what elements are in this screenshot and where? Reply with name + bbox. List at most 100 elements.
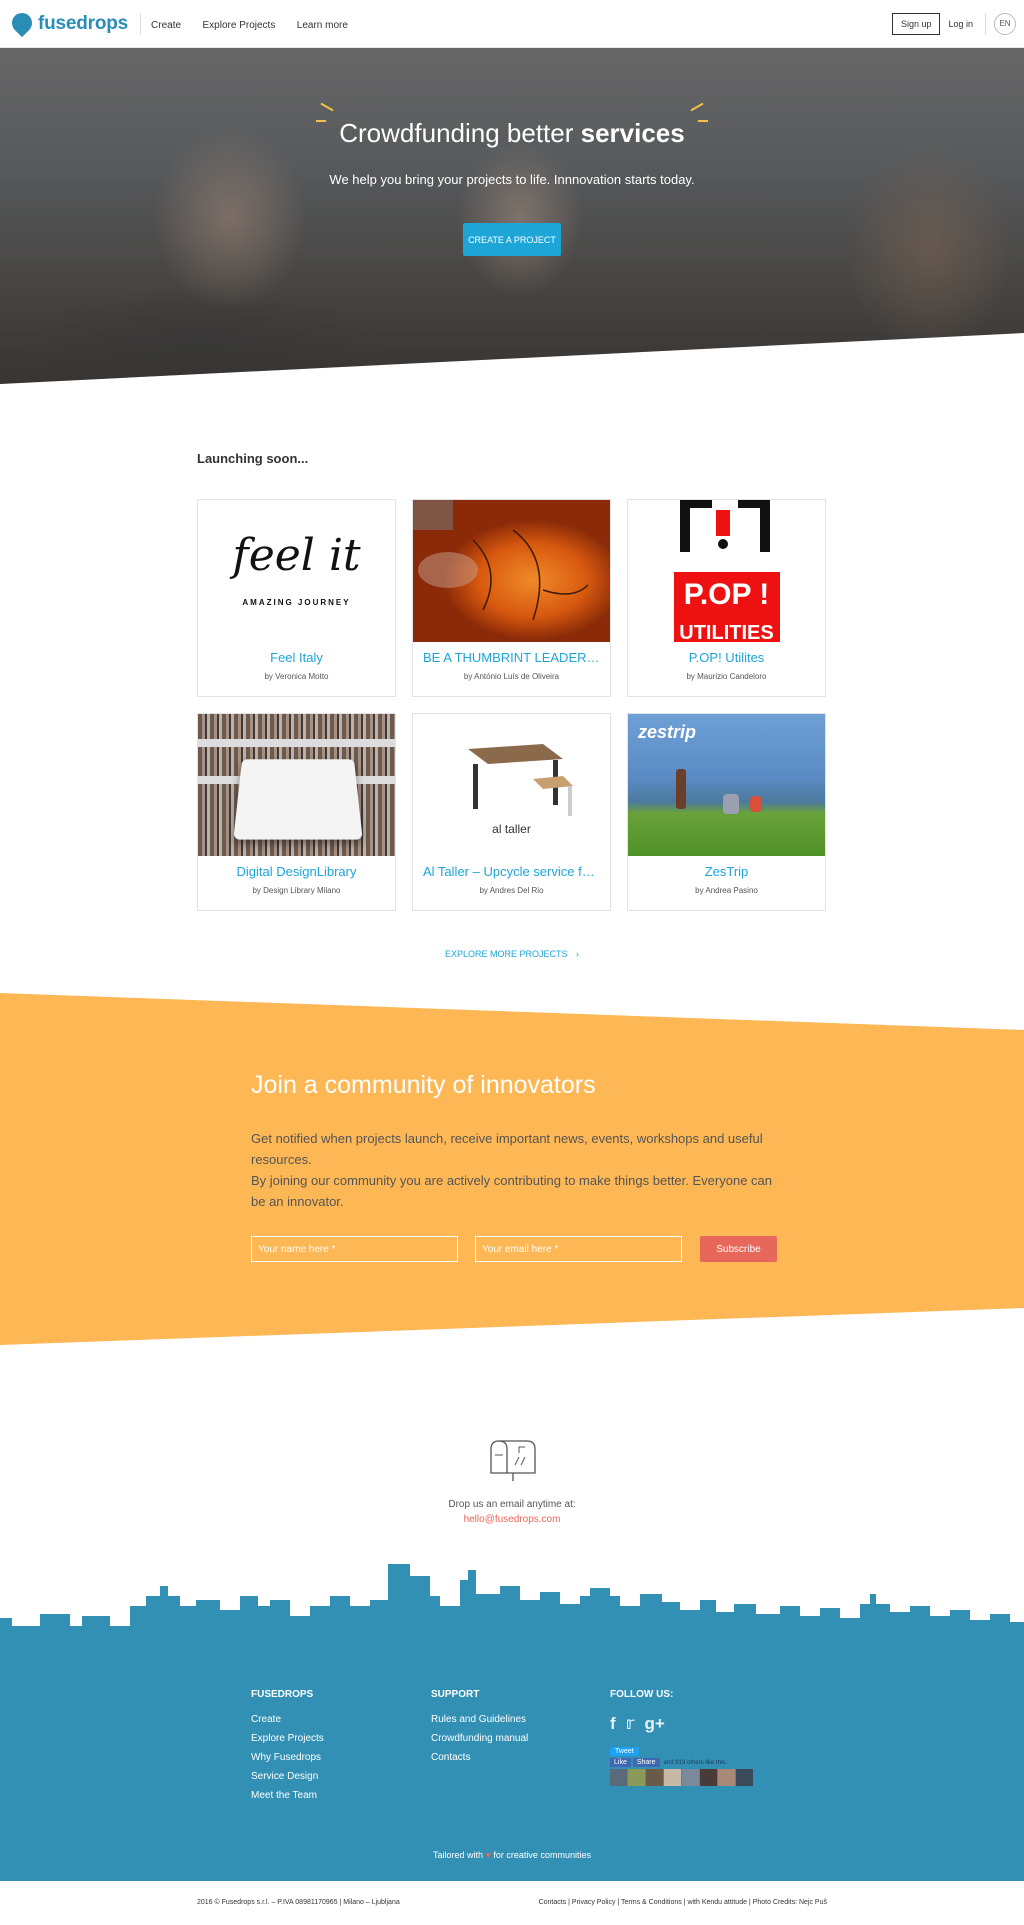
project-card[interactable]: Digital DesignLibrary by Design Library … (197, 713, 396, 911)
top-navbar: fusedrops Create Explore Projects Learn … (0, 0, 1024, 48)
hero-title-light: Crowdfunding better (339, 118, 581, 148)
language-selector[interactable]: EN (994, 12, 1016, 35)
footer-link-team[interactable]: Meet the Team (251, 1790, 324, 1801)
project-image: zestrip (628, 714, 825, 856)
tweet-button[interactable]: Tweet (610, 1747, 639, 1756)
project-image (198, 714, 395, 856)
project-author: by Andrea Pasino (695, 886, 758, 895)
hero-title-bold: services (580, 118, 685, 148)
logo[interactable]: fusedrops (7, 8, 129, 37)
legal-links[interactable]: Contacts | Privacy Policy | Terms & Cond… (539, 1899, 827, 1906)
footer-heading: FUSEDROPS (251, 1689, 314, 1700)
explore-more-link[interactable]: EXPLORE MORE PROJECTS › (0, 949, 1024, 959)
project-title[interactable]: Feel Italy (198, 650, 395, 665)
footer-link-why[interactable]: Why Fusedrops (251, 1752, 324, 1763)
contact-email-link[interactable]: hello@fusedrops.com (0, 1514, 1024, 1525)
nav-learn-more[interactable]: Learn more (297, 20, 348, 31)
main-nav: Create Explore Projects Learn more (151, 15, 365, 33)
hiker (676, 769, 686, 809)
hero-title: Crowdfunding better services (0, 118, 1024, 149)
footer-link-explore[interactable]: Explore Projects (251, 1733, 324, 1744)
project-title[interactable]: Al Taller – Upcycle service for f... (413, 864, 610, 879)
social-links: f 𝕣 g+ (610, 1714, 753, 1734)
nav-explore-projects[interactable]: Explore Projects (203, 20, 276, 31)
mailbox-icon (490, 1440, 536, 1481)
project-card[interactable]: feel it AMAZING JOURNEY Feel Italy by Ve… (197, 499, 396, 697)
launching-soon-title: Launching soon... (197, 451, 309, 466)
email-input[interactable] (475, 1236, 682, 1262)
footer-link-service-design[interactable]: Service Design (251, 1771, 324, 1782)
twitter-icon[interactable]: 𝕣 (626, 1714, 635, 1734)
project-author: by António Luís de Oliveira (463, 672, 560, 681)
pop-logo-graphic (674, 500, 780, 642)
project-image: al taller (413, 714, 610, 856)
avatar (664, 1769, 681, 1786)
name-input[interactable] (251, 1236, 458, 1262)
thumbprint-drawing (413, 500, 589, 621)
community-section: Join a community of innovators Get notif… (0, 993, 1024, 1345)
city-skyline (0, 1564, 1024, 1646)
avatar (628, 1769, 645, 1786)
project-author: by Veronica Motto (264, 672, 329, 681)
bottom-bar: 2016 © Fusedrops s.r.l. – P.IVA 08981170… (0, 1881, 1024, 1925)
pop-logo-text: P.OP ! (683, 578, 770, 611)
tailored-note: Tailored with ♥ for creative communities (0, 1850, 1024, 1860)
copyright: 2016 © Fusedrops s.r.l. – P.IVA 08981170… (197, 1899, 400, 1906)
footer-link-manual[interactable]: Crowdfunding manual (431, 1733, 528, 1744)
hiker (750, 796, 762, 812)
explore-more-label: EXPLORE MORE PROJECTS (444, 949, 568, 959)
contact-label: Drop us an email anytime at: (448, 1499, 576, 1510)
zestrip-logo: zestrip (638, 722, 697, 742)
logo-text: fusedrops (38, 12, 129, 34)
footer-link-create[interactable]: Create (251, 1714, 324, 1725)
google-plus-icon[interactable]: g+ (645, 1714, 665, 1734)
signup-button[interactable]: Sign up (891, 12, 941, 35)
project-author: by Design Library Milano (252, 886, 341, 895)
project-title[interactable]: BE A THUMBRINT LEADER...BE ... (413, 650, 610, 665)
facebook-widget: Like Share and 919 others like this. (610, 1758, 753, 1767)
fb-faces (610, 1769, 753, 1786)
project-card[interactable]: zestrip ZesTrip by Andrea Pasino (627, 713, 826, 911)
library-table (233, 759, 363, 840)
subscribe-button[interactable]: Subscribe (700, 1236, 777, 1262)
hero-banner: Crowdfunding better services We help you… (0, 48, 1024, 384)
facebook-icon[interactable]: f (610, 1714, 616, 1734)
avatar (700, 1769, 717, 1786)
avatar (646, 1769, 663, 1786)
project-title[interactable]: Digital DesignLibrary (198, 864, 395, 879)
hero-subtitle: We help you bring your projects to life.… (329, 172, 695, 187)
avatar (682, 1769, 699, 1786)
community-text-1: Get notified when projects launch, recei… (251, 1131, 763, 1167)
feel-it-tagline: AMAZING JOURNEY (242, 598, 351, 607)
heart-icon: ♥ (485, 1850, 491, 1860)
project-title[interactable]: P.OP! Utilites (628, 650, 825, 665)
header-actions: Sign up Log in EN (891, 12, 1016, 35)
tailored-pre: Tailored with (433, 1850, 484, 1860)
tailored-post: for creative communities (493, 1850, 591, 1860)
avatar (736, 1769, 753, 1786)
shelf (198, 739, 395, 747)
login-link[interactable]: Log in (948, 19, 973, 29)
footer-heading: FOLLOW US: (610, 1689, 674, 1700)
footer-link-rules[interactable]: Rules and Guidelines (431, 1714, 528, 1725)
footer-link-contacts[interactable]: Contacts (431, 1752, 528, 1763)
create-project-button[interactable]: CREATE A PROJECT (463, 223, 561, 256)
project-card[interactable]: al taller Al Taller – Upcycle service fo… (412, 713, 611, 911)
project-author: by Maurizio Candeloro (686, 672, 767, 681)
lang-divider (985, 12, 986, 35)
community-text: Get notified when projects launch, recei… (251, 1128, 781, 1212)
project-card[interactable]: P.OP ! UTILITIES P.OP! Utilites by Mauri… (627, 499, 826, 697)
project-image (413, 500, 610, 642)
footer: FUSEDROPS Create Explore Projects Why Fu… (0, 1645, 1024, 1881)
hero-overlay (0, 48, 1024, 384)
nav-create[interactable]: Create (151, 20, 181, 31)
footer-heading: SUPPORT (431, 1689, 480, 1700)
project-title[interactable]: ZesTrip (628, 864, 825, 879)
fb-share-button[interactable]: Share (632, 1758, 660, 1767)
community-title: Join a community of innovators (251, 1071, 596, 1099)
pop-logo-subtext: UTILITIES (679, 622, 774, 642)
fb-like-button[interactable]: Like (610, 1758, 631, 1767)
avatar (610, 1769, 627, 1786)
feel-it-logo: feel it (232, 530, 361, 581)
project-card[interactable]: BE A THUMBRINT LEADER...BE ... by Antóni… (412, 499, 611, 697)
